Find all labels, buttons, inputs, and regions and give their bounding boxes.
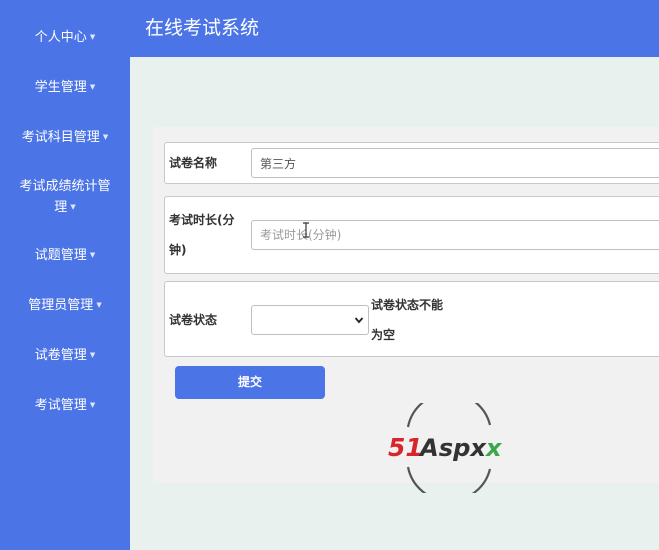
sidebar-item-label: 管理员管理	[28, 298, 94, 313]
caret-down-icon: ▼	[89, 251, 96, 259]
sidebar-item-subject-management[interactable]: 考试科目管理 ▼	[0, 127, 130, 148]
chevron-down-icon	[354, 317, 364, 324]
caret-down-icon: ▼	[89, 401, 96, 409]
svg-text:x: x	[485, 434, 503, 462]
paper-name-label: 试卷名称	[169, 156, 218, 170]
sidebar-item-exam-management[interactable]: 考试管理 ▼	[0, 395, 130, 416]
exam-duration-input[interactable]	[251, 220, 659, 250]
sidebar-item-label: 试卷管理	[34, 348, 87, 363]
sidebar: 个人中心 ▼ 学生管理 ▼ 考试科目管理 ▼ 考试成绩统计管 理 ▼ 试题管理 ▼ 管理员…	[0, 0, 130, 550]
sidebar-item-admin-management[interactable]: 管理员管理 ▼	[0, 295, 130, 316]
sidebar-item-label: 考试科目管理	[21, 130, 100, 145]
paper-status-error: 试卷状态不能 为空	[371, 298, 444, 342]
sidebar-item-label: 考试成绩统计管	[19, 179, 111, 194]
app-title: 在线考试系统	[145, 17, 260, 39]
watermark-emblem-icon: 51 Aspx x	[388, 391, 503, 503]
caret-down-icon: ▼	[70, 203, 76, 211]
top-header: 在线考试系统	[130, 0, 659, 57]
sidebar-item-student-management[interactable]: 学生管理 ▼	[0, 77, 130, 98]
sidebar-item-label: 个人中心	[34, 30, 87, 45]
caret-down-icon: ▼	[89, 83, 96, 91]
form-row-paper-status: 试卷状态 试卷状态不能 为空	[164, 281, 659, 357]
sidebar-item-personal-center[interactable]: 个人中心 ▼	[0, 27, 130, 48]
form-row-paper-name: 试卷名称	[164, 142, 659, 184]
sidebar-item-label: 试题管理	[34, 248, 87, 263]
paper-status-label: 试卷状态	[169, 313, 218, 327]
sidebar-item-label-cont: 理	[54, 200, 68, 215]
watermark-logo: 51 Aspx x	[388, 391, 513, 503]
caret-down-icon: ▼	[89, 33, 96, 41]
svg-text:51: 51	[388, 433, 423, 462]
caret-down-icon: ▼	[102, 133, 109, 141]
sidebar-item-question-management[interactable]: 试题管理 ▼	[0, 245, 130, 266]
submit-button[interactable]: 提交	[175, 366, 325, 399]
sidebar-item-score-statistics[interactable]: 考试成绩统计管 理 ▼	[0, 177, 130, 218]
form-row-exam-duration: 考试时长(分 钟)	[164, 196, 659, 274]
sidebar-item-paper-management[interactable]: 试卷管理 ▼	[0, 345, 130, 366]
caret-down-icon: ▼	[89, 351, 96, 359]
svg-text:Aspx: Aspx	[418, 434, 488, 462]
caret-down-icon: ▼	[96, 301, 102, 309]
sidebar-item-label: 考试管理	[34, 398, 87, 413]
text-cursor-icon	[303, 222, 309, 238]
sidebar-item-label: 学生管理	[34, 80, 87, 95]
exam-duration-label: 考试时长(分 钟)	[169, 213, 235, 257]
paper-name-input[interactable]	[251, 148, 659, 178]
paper-status-select[interactable]	[251, 305, 369, 335]
